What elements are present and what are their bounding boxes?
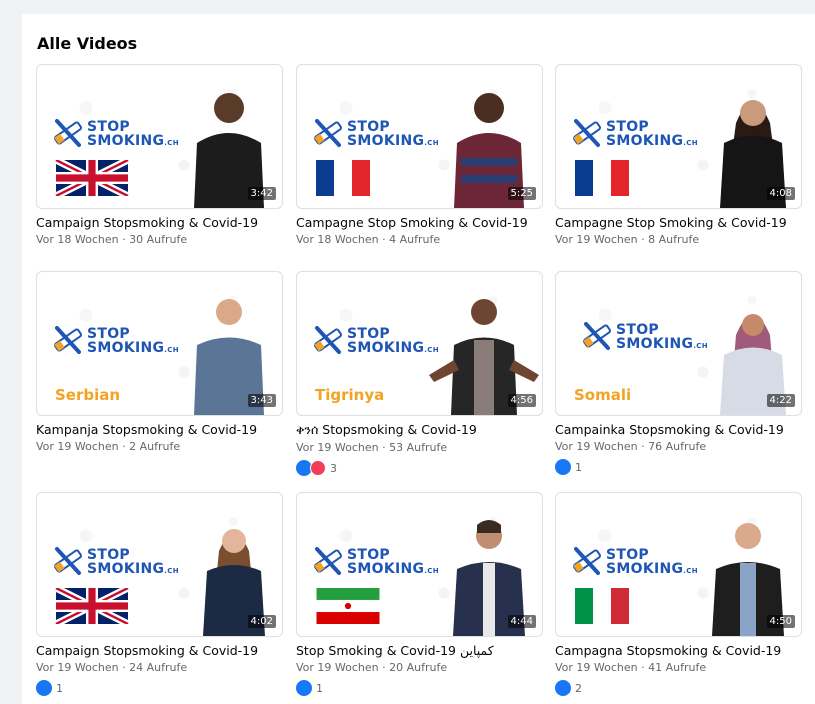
video-title[interactable]: Campaign Stopsmoking & Covid-19 [36,215,283,230]
like-icon [36,680,52,696]
video-meta: Vor 18 Wochen · 4 Aufrufe [296,233,441,246]
reaction-count: 3 [330,461,337,475]
logo-text-smoking: SMOKING.CH [347,340,439,356]
video-duration: 3:43 [247,394,276,407]
video-duration: 4:44 [507,615,536,628]
video-duration: 4:50 [766,615,795,628]
video-meta: Vor 19 Wochen · 76 Aufrufe [555,440,707,453]
reaction-count: 1 [56,681,63,695]
like-icon [555,459,571,475]
stop-smoking-logo: STOP SMOKING.CH [580,320,720,352]
reactions-row[interactable]: 1 [36,680,283,696]
video-meta: Vor 19 Wochen · 2 Aufrufe [36,440,181,453]
videos-panel: Alle Videos STOP SMOKING.CH 3:42 Campaig… [22,14,815,704]
logo-text-smoking: SMOKING.CH [347,561,439,577]
crossed-cigarette-icon [54,547,82,575]
like-icon [296,680,312,696]
logo-text-smoking: SMOKING.CH [606,133,698,149]
video-duration: 4:56 [507,394,536,407]
reactions-row[interactable]: 1 [555,459,802,475]
video-title[interactable]: Campaign Stopsmoking & Covid-19 [36,643,283,658]
video-card[interactable]: STOP SMOKING.CH 3:42 Campaign Stopsmokin… [36,64,283,246]
stop-smoking-logo: STOP SMOKING.CH [570,117,710,149]
video-card[interactable]: STOP SMOKING.CH Somali 4:22 Campainka St… [555,271,802,475]
video-title[interactable]: Stop Smoking & Covid-19 کمپاین [296,643,543,658]
flag-uk-icon [55,588,129,624]
video-meta: Vor 19 Wochen · 24 Aufrufe [36,661,188,674]
video-thumbnail[interactable]: STOP SMOKING.CH 4:08 [555,64,802,209]
reaction-count: 2 [575,681,582,695]
logo-text-smoking: SMOKING.CH [87,561,179,577]
video-title[interactable]: Campainka Stopsmoking & Covid-19 [555,422,802,437]
flag-iran-icon [315,588,389,624]
logo-text-smoking: SMOKING.CH [606,561,698,577]
video-thumbnail[interactable]: STOP SMOKING.CH 4:44 [296,492,543,637]
video-duration: 5:25 [507,187,536,200]
stop-smoking-logo: STOP SMOKING.CH [51,545,191,577]
reaction-count: 1 [575,460,582,474]
language-label: Somali [574,386,632,404]
video-thumbnail[interactable]: STOP SMOKING.CH 4:50 [555,492,802,637]
stop-smoking-logo: STOP SMOKING.CH [311,545,451,577]
like-icon [555,680,571,696]
reactions-row[interactable]: 2 [555,680,802,696]
video-meta: Vor 19 Wochen · 8 Aufrufe [555,233,700,246]
video-card[interactable]: STOP SMOKING.CH 4:02 Campaign Stopsmokin… [36,492,283,696]
flag-italy-icon [574,588,648,624]
video-card[interactable]: STOP SMOKING.CH Serbian 3:43 Kampanja St… [36,271,283,453]
video-title[interactable]: Campagne Stop Smoking & Covid-19 [296,215,543,230]
reactions-row[interactable]: 1 [296,680,543,696]
video-thumbnail[interactable]: STOP SMOKING.CH Serbian 3:43 [36,271,283,416]
crossed-cigarette-icon [573,547,601,575]
reactions-row[interactable]: 3 [296,460,543,476]
video-meta: Vor 19 Wochen · 41 Aufrufe [555,661,707,674]
video-meta: Vor 18 Wochen · 30 Aufrufe [36,233,188,246]
crossed-cigarette-icon [54,326,82,354]
stop-smoking-logo: STOP SMOKING.CH [311,117,451,149]
video-duration: 4:08 [766,187,795,200]
stop-smoking-logo: STOP SMOKING.CH [51,117,191,149]
video-title[interactable]: ቅንሰ Stopsmoking & Covid-19 [296,422,543,438]
language-label: Tigrinya [315,386,385,404]
crossed-cigarette-icon [314,119,342,147]
love-icon [310,460,326,476]
video-title[interactable]: Campagne Stop Smoking & Covid-19 [555,215,802,230]
language-label: Serbian [55,386,121,404]
video-title[interactable]: Kampanja Stopsmoking & Covid-19 [36,422,283,437]
video-card[interactable]: STOP SMOKING.CH 4:44 Stop Smoking & Covi… [296,492,543,696]
video-thumbnail[interactable]: STOP SMOKING.CH Somali 4:22 [555,271,802,416]
video-duration: 3:42 [247,187,276,200]
video-thumbnail[interactable]: STOP SMOKING.CH Tigrinya 4:56 [296,271,543,416]
flag-france-icon [315,160,389,196]
video-thumbnail[interactable]: STOP SMOKING.CH 4:02 [36,492,283,637]
video-title[interactable]: Campagna Stopsmoking & Covid-19 [555,643,802,658]
video-duration: 4:22 [766,394,795,407]
stop-smoking-logo: STOP SMOKING.CH [51,324,191,356]
video-card[interactable]: STOP SMOKING.CH 4:50 Campagna Stopsmokin… [555,492,802,696]
video-card[interactable]: STOP SMOKING.CH Tigrinya 4:56 ቅንሰ Stopsm… [296,271,543,476]
video-duration: 4:02 [247,615,276,628]
video-thumbnail[interactable]: STOP SMOKING.CH 5:25 [296,64,543,209]
section-title: Alle Videos [37,34,138,53]
crossed-cigarette-icon [54,119,82,147]
video-thumbnail[interactable]: STOP SMOKING.CH 3:42 [36,64,283,209]
crossed-cigarette-icon [573,119,601,147]
flag-uk-icon [55,160,129,196]
crossed-cigarette-icon [314,326,342,354]
crossed-cigarette-icon [314,547,342,575]
video-meta: Vor 19 Wochen · 20 Aufrufe [296,661,448,674]
video-card[interactable]: STOP SMOKING.CH 5:25 Campagne Stop Smoki… [296,64,543,246]
reaction-count: 1 [316,681,323,695]
crossed-cigarette-icon [583,322,611,350]
stop-smoking-logo: STOP SMOKING.CH [570,545,710,577]
flag-france-icon [574,160,648,196]
logo-text-smoking: SMOKING.CH [87,133,179,149]
video-card[interactable]: STOP SMOKING.CH 4:08 Campagne Stop Smoki… [555,64,802,246]
logo-text-smoking: SMOKING.CH [87,340,179,356]
logo-text-smoking: SMOKING.CH [616,336,708,352]
video-meta: Vor 19 Wochen · 53 Aufrufe [296,441,448,454]
logo-text-smoking: SMOKING.CH [347,133,439,149]
